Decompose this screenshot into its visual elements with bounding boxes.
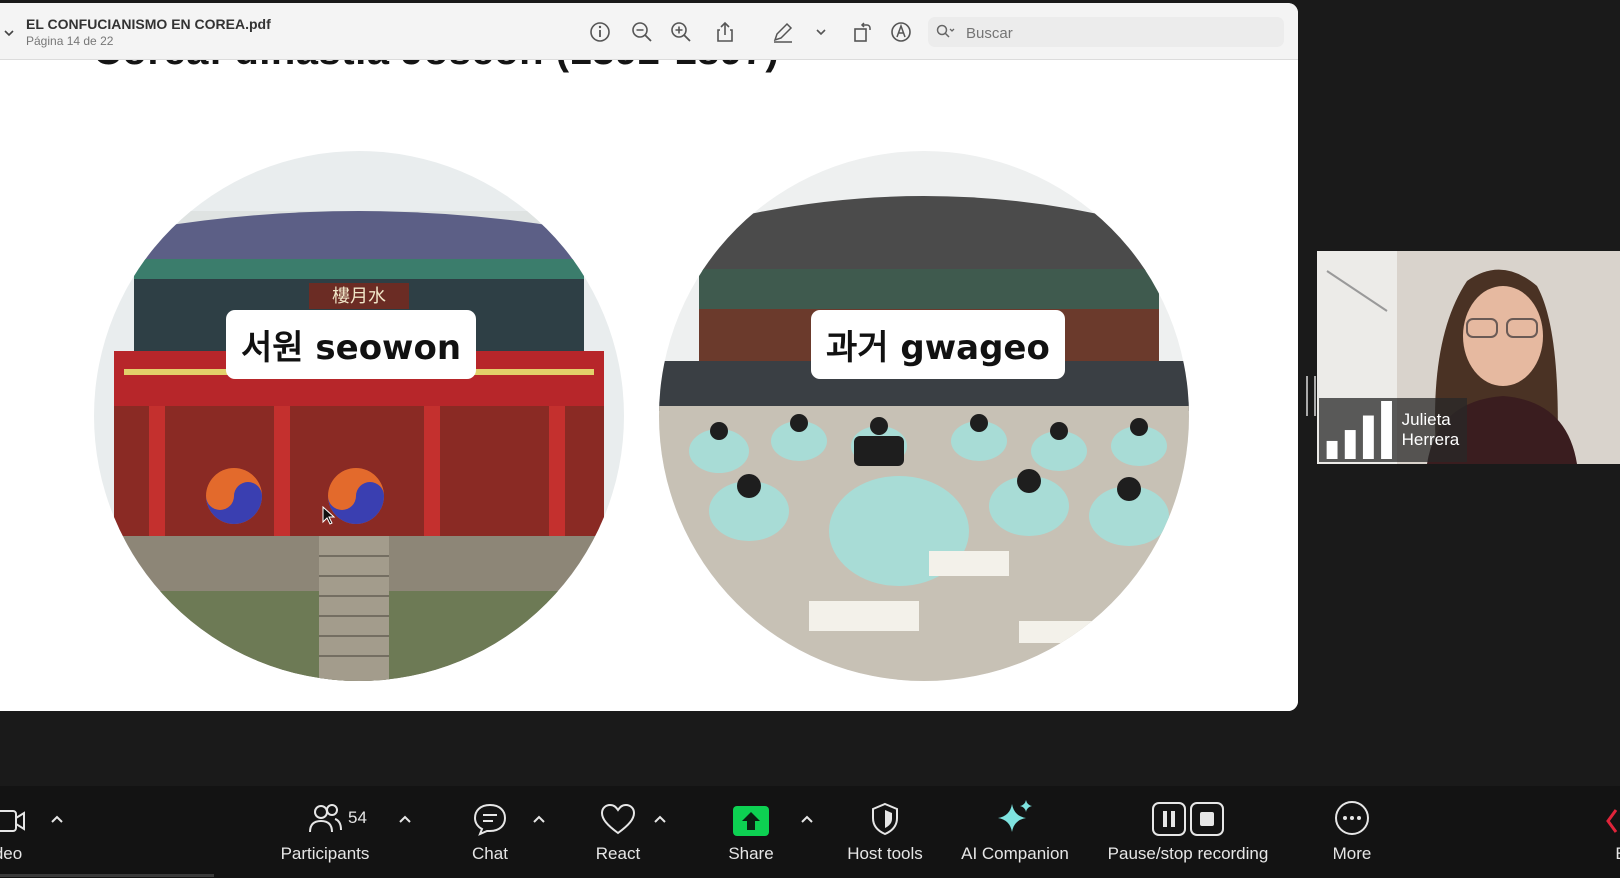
share-icon[interactable] <box>713 20 737 44</box>
gwageo-photo <box>659 151 1189 681</box>
participants-icon <box>309 804 342 833</box>
pdf-viewer-window: EL CONFUCIANISMO EN COREA.pdf Página 14 … <box>0 3 1298 711</box>
pause-icon <box>1152 802 1186 836</box>
ai-companion-label: AI Companion <box>961 844 1069 863</box>
search-input[interactable] <box>964 21 1268 45</box>
rotate-icon[interactable] <box>850 20 874 44</box>
participants-button[interactable]: 54 Participants <box>272 786 378 878</box>
participant-video[interactable]: Julieta Herrera <box>1317 251 1620 464</box>
share-screen-button[interactable]: Share <box>720 786 782 878</box>
video-camera-icon <box>0 810 25 832</box>
chevron-down-icon[interactable] <box>4 28 14 38</box>
recording-label: Pause/stop recording <box>1107 844 1269 863</box>
recording-button[interactable]: Pause/stop recording <box>1098 786 1278 878</box>
stop-icon <box>1190 802 1224 836</box>
progress-line <box>0 874 214 877</box>
seowon-label: 서원 seowon <box>226 310 477 379</box>
info-icon[interactable] <box>588 20 612 44</box>
seowon-photo: 樓月水 <box>94 151 624 681</box>
heart-icon <box>600 803 636 835</box>
chevron-up-icon[interactable] <box>398 814 412 824</box>
share-label: Share <box>728 844 774 863</box>
host-tools-label: Host tools <box>847 844 923 863</box>
more-icon <box>1335 801 1369 835</box>
chat-button[interactable]: Chat <box>460 786 520 878</box>
chevron-up-icon[interactable] <box>532 814 546 824</box>
shield-icon <box>872 802 898 836</box>
search-field[interactable] <box>928 17 1284 47</box>
react-button[interactable]: React <box>587 786 649 878</box>
participants-label: Participants <box>280 844 370 863</box>
share-screen-icon <box>733 806 769 836</box>
react-label: React <box>595 844 641 863</box>
zoom-out-icon[interactable] <box>630 20 654 44</box>
end-call-icon <box>1606 809 1618 833</box>
chevron-up-icon[interactable] <box>653 814 667 824</box>
chevron-down-icon[interactable] <box>809 20 833 44</box>
slide-content: Corea: dinastía Joseon (1392-1897) 樓月水 <box>0 29 1298 711</box>
chevron-up-icon[interactable] <box>800 814 814 824</box>
pdf-toolbar: EL CONFUCIANISMO EN COREA.pdf Página 14 … <box>0 3 1298 60</box>
gwageo-label: 과거 gwageo <box>811 310 1065 379</box>
annotate-icon[interactable] <box>889 20 913 44</box>
sparkle-icon <box>998 800 1032 832</box>
participants-count: 54 <box>348 808 367 827</box>
search-icon <box>936 24 955 38</box>
ai-companion-button[interactable]: AI Companion <box>955 786 1075 878</box>
participant-name-tag: Julieta Herrera <box>1319 397 1467 462</box>
chat-icon <box>473 803 507 836</box>
meeting-toolbar: deo 54 Participants Chat React Share <box>0 786 1620 878</box>
document-title: EL CONFUCIANISMO EN COREA.pdf <box>26 16 271 32</box>
more-label: More <box>1332 844 1372 863</box>
page-indicator: Página 14 de 22 <box>26 34 114 48</box>
chat-label: Chat <box>472 844 508 863</box>
participant-name: Julieta Herrera <box>1401 409 1460 449</box>
markup-pen-icon[interactable] <box>771 20 795 44</box>
chevron-up-icon[interactable] <box>50 814 64 824</box>
sign-text: 樓月水 <box>332 286 386 307</box>
end-button[interactable]: E <box>1606 786 1620 878</box>
panel-resize-handle[interactable] <box>1306 376 1316 416</box>
cursor-icon <box>322 506 336 525</box>
end-label: E <box>1615 844 1620 864</box>
video-label: deo <box>0 844 23 863</box>
video-button[interactable]: deo <box>0 786 38 878</box>
signal-strength-icon <box>1326 400 1392 459</box>
zoom-in-icon[interactable] <box>669 20 693 44</box>
host-tools-button[interactable]: Host tools <box>840 786 930 878</box>
more-button[interactable]: More <box>1322 786 1382 878</box>
